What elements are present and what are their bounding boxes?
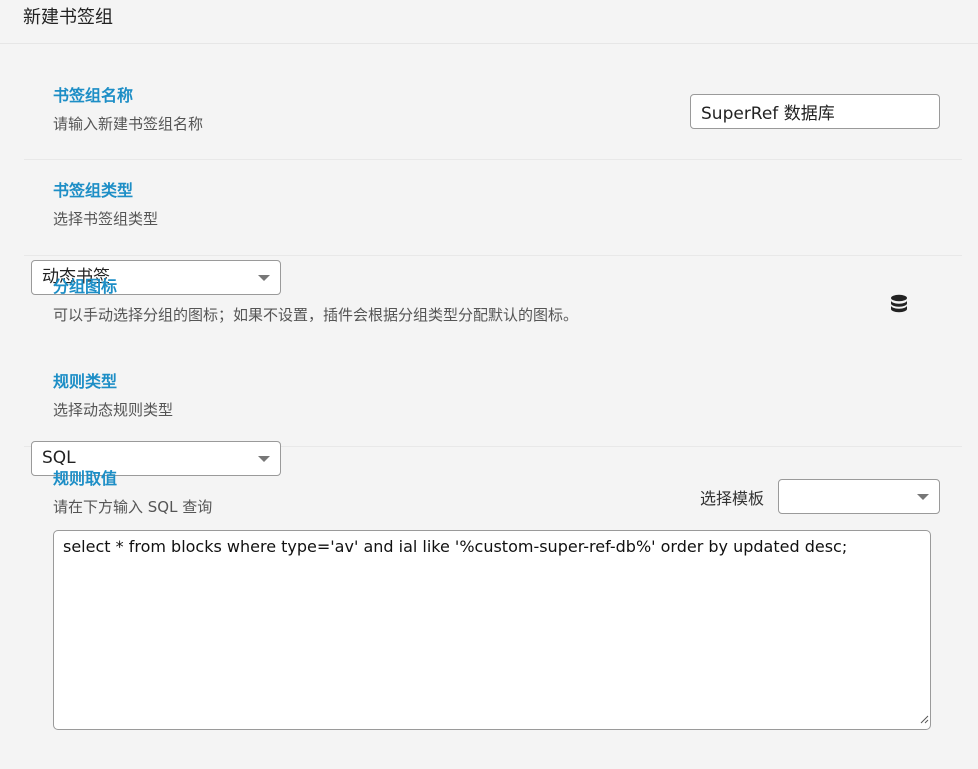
new-bookmark-group-dialog: 新建书签组 书签组名称 请输入新建书签组名称 书签组类型 选择书签组类型 动态书… [0,0,978,769]
template-select[interactable] [778,479,940,514]
group-icon-title: 分组图标 [53,277,118,296]
group-name-row: 书签组名称 请输入新建书签组名称 [24,64,962,160]
rule-type-title: 规则类型 [53,372,118,391]
group-name-input[interactable] [690,94,940,129]
dialog-title: 新建书签组 [23,7,113,28]
group-type-title: 书签组类型 [53,181,134,200]
dialog-header: 新建书签组 [0,0,978,44]
group-icon-row: 分组图标 可以手动选择分组的图标；如果不设置，插件会根据分组类型分配默认的图标。 [24,256,962,351]
rule-type-desc: 选择动态规则类型 [53,401,174,419]
resize-handle-icon[interactable] [919,709,929,728]
group-icon-desc: 可以手动选择分组的图标；如果不设置，插件会根据分组类型分配默认的图标。 [53,306,579,324]
dialog-body: 书签组名称 请输入新建书签组名称 书签组类型 选择书签组类型 动态书签 分组图标… [0,44,978,730]
database-icon[interactable] [890,294,908,318]
group-type-desc: 选择书签组类型 [53,210,159,228]
rule-value-row: 规则取值 请在下方输入 SQL 查询 选择模板 select * from bl… [24,447,962,730]
rule-type-row: 规则类型 选择动态规则类型 SQL [24,351,962,476]
chevron-down-icon [917,494,929,500]
sql-query-textarea[interactable]: select * from blocks where type='av' and… [53,530,931,730]
group-type-row: 书签组类型 选择书签组类型 动态书签 [24,160,962,295]
template-picker: 选择模板 [700,479,940,514]
template-label: 选择模板 [699,488,764,508]
query-editor-wrap: select * from blocks where type='av' and… [53,530,931,730]
